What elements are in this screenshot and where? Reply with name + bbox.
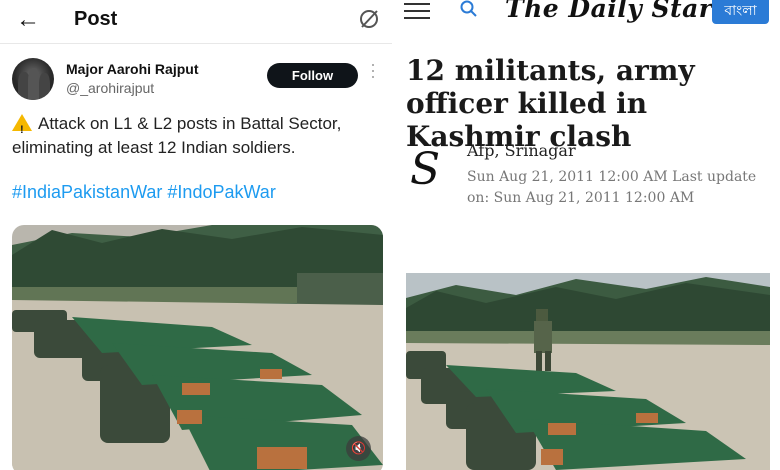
hashtag-link[interactable]: #IndoPakWar	[167, 182, 275, 202]
language-toggle-button[interactable]: বাংলা	[712, 0, 769, 24]
article-headline: 12 militants, army officer killed in Kas…	[406, 54, 695, 153]
mute-icon[interactable]: 🔇	[346, 436, 371, 461]
social-post-panel: ← Post Major Aarohi Rajput @_arohirajput…	[0, 0, 392, 470]
page-title: Post	[74, 8, 118, 30]
more-options-icon[interactable]	[371, 64, 375, 80]
back-arrow-icon[interactable]: ←	[16, 6, 40, 34]
warning-icon: !	[12, 114, 32, 136]
post-text: Attack on L1 & L2 posts in Battal Sector…	[12, 114, 342, 157]
author-name[interactable]: Major Aarohi Rajput	[66, 61, 199, 77]
search-icon[interactable]	[460, 0, 478, 18]
post-top-bar: ← Post	[0, 0, 392, 44]
site-logo[interactable]: The Daily Star	[505, 0, 712, 23]
post-body: ! Attack on L1 & L2 posts in Battal Secto…	[12, 112, 384, 160]
article-photo[interactable]	[406, 273, 770, 470]
post-video-thumbnail[interactable]	[12, 225, 383, 470]
grok-icon[interactable]	[358, 8, 380, 30]
side-by-side-screenshot: ← Post Major Aarohi Rajput @_arohirajput…	[0, 0, 780, 470]
menu-icon[interactable]	[404, 3, 430, 19]
news-article-panel: The Daily Star বাংলা 12 militants, army …	[392, 0, 780, 470]
publisher-logo-icon: S	[410, 144, 441, 195]
hashtag-link[interactable]: #IndiaPakistanWar	[12, 182, 162, 202]
follow-button[interactable]: Follow	[267, 63, 358, 88]
author-handle[interactable]: @_arohirajput	[66, 80, 154, 96]
article-byline: Afp, Srinagar	[467, 141, 576, 160]
avatar[interactable]	[12, 58, 54, 100]
hashtag-list: #IndiaPakistanWar #IndoPakWar	[12, 182, 281, 203]
article-dateline: Sun Aug 21, 2011 12:00 AM Last update on…	[467, 169, 757, 206]
